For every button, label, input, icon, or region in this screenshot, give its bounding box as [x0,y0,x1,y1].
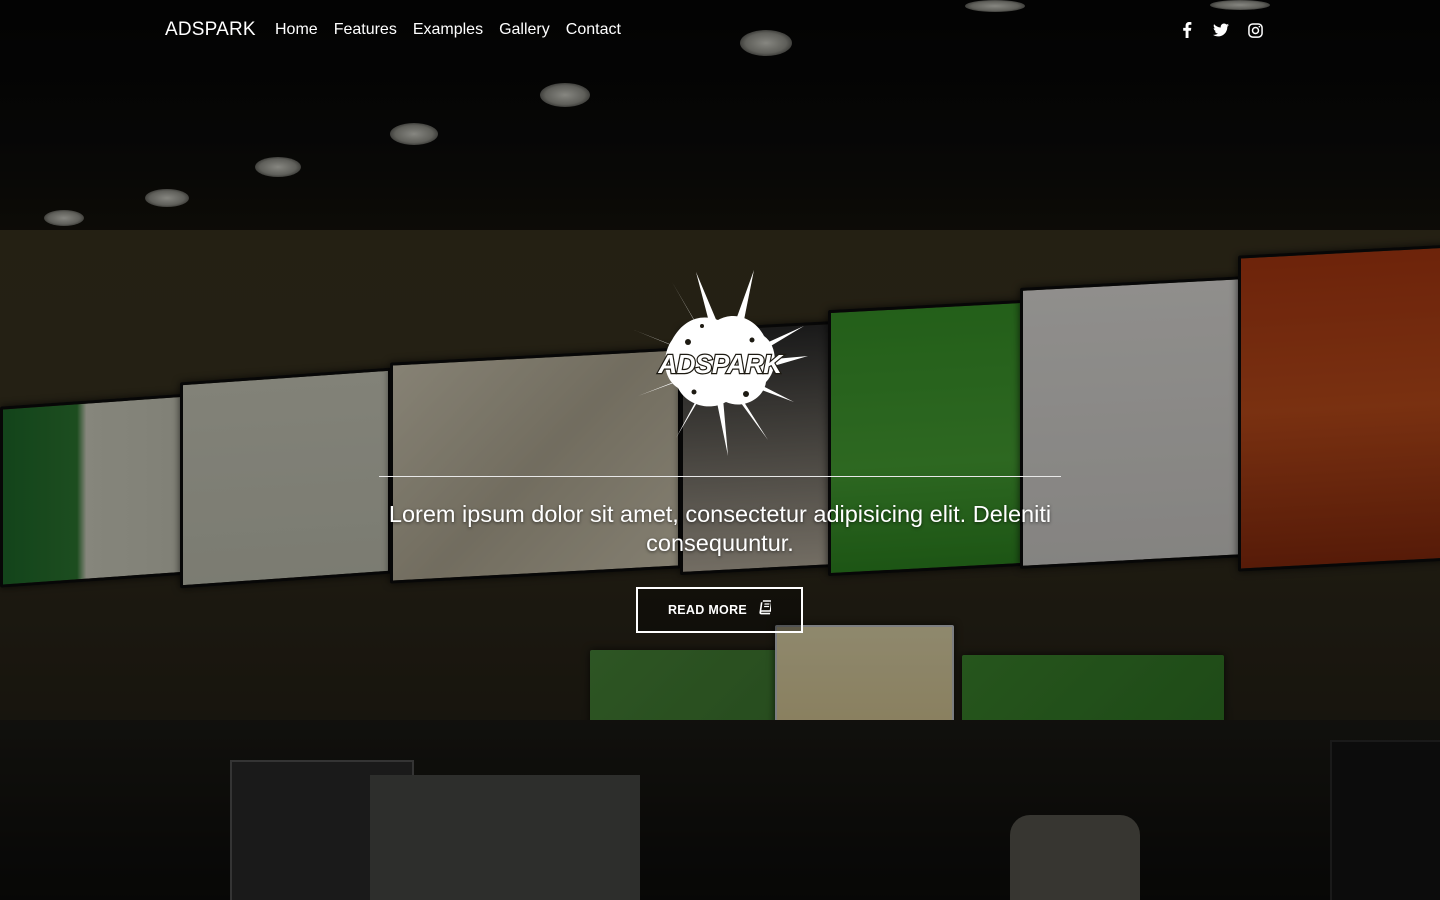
nav-links: Home Features Examples Gallery Contact [275,21,637,39]
nav-link-home[interactable]: Home [275,21,318,39]
social-links [1178,21,1280,39]
twitter-icon[interactable] [1212,21,1230,39]
read-more-label: READ MORE [667,603,748,617]
facebook-icon[interactable] [1178,21,1196,39]
nav-link-gallery[interactable]: Gallery [499,21,550,39]
logo-wordmark: ADSPARK [657,349,784,379]
top-navbar: ADSPARK Home Features Examples Gallery C… [0,0,1440,62]
hero-section: ADSPARK Home Features Examples Gallery C… [0,0,1440,900]
nav-link-features[interactable]: Features [334,21,397,39]
read-more-button[interactable]: READ MORE [636,587,803,633]
book-icon [757,600,773,620]
nav-link-examples[interactable]: Examples [413,21,483,39]
instagram-icon[interactable] [1246,21,1264,39]
hero-divider [379,476,1061,477]
adspark-logo: ADSPARK [632,270,808,456]
nav-link-contact[interactable]: Contact [566,21,621,39]
brand-logo-link[interactable]: ADSPARK [165,19,256,41]
hero-tagline: Lorem ipsum dolor sit amet, consectetur … [388,501,1052,556]
